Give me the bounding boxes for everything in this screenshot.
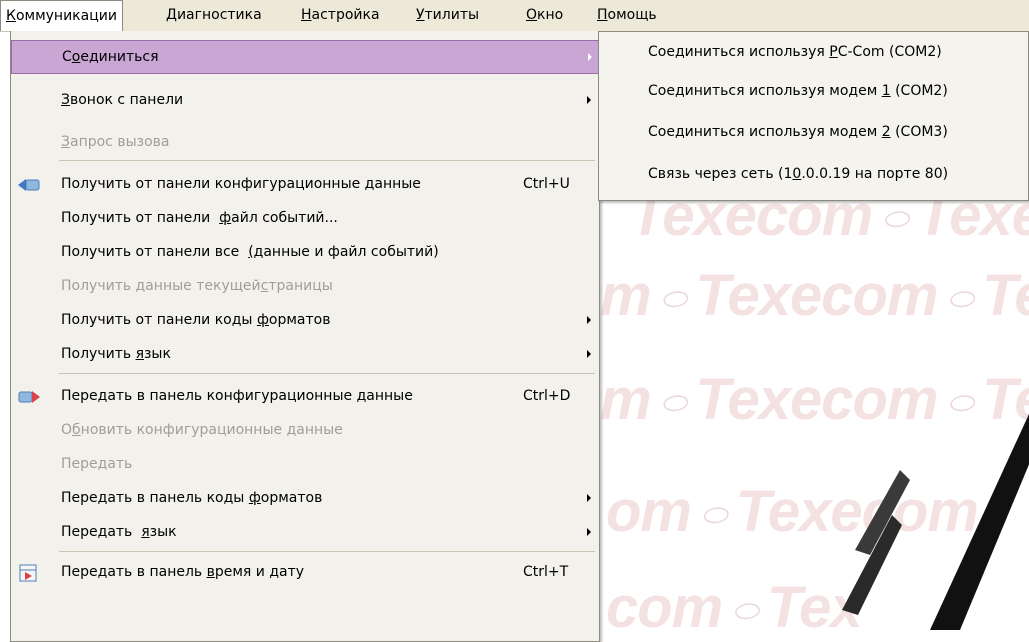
menu-item-connect[interactable]: Соединиться [11,40,599,74]
menu-item-receive-config[interactable]: Получить от панели конфигурационные данн… [11,167,597,201]
submenu-item-connect-pc-com[interactable]: Соединиться используя PC-Com (COM2) [599,34,1028,71]
menu-help[interactable]: Помощь [592,0,662,31]
submenu-arrow-icon [588,53,592,61]
submenu-arrow-icon [587,316,591,324]
connect-submenu: Соединиться используя PC-Com (COM2) Соед… [598,31,1029,201]
communications-dropdown: Соединиться Звонок с панели Запрос вызов… [10,31,600,642]
menu-separator [59,160,595,161]
submenu-arrow-icon [587,528,591,536]
menu-item-update-config: Обновить конфигурационные данные [61,422,343,438]
menu-item-send-format-codes[interactable]: Передать в панель коды форматов [11,481,597,515]
send-time-icon [17,562,41,582]
menu-separator [59,551,595,552]
submenu-item-connect-network[interactable]: Связь через сеть (10.0.0.19 на порте 80) [599,156,1028,193]
submenu-arrow-icon [587,96,591,104]
menu-item-send-language[interactable]: Передать язык [11,515,597,549]
watermark-text: m⬭Texecom⬭Tex [600,263,1029,328]
menu-communications[interactable]: Коммуникации [0,0,123,31]
menu-item-send: Передать [61,456,133,472]
menu-item-call-from-panel[interactable]: Звонок с панели [11,83,597,117]
menu-separator [59,373,595,374]
menu-item-receive-current-page: Получить данные текущейстраницы [61,278,333,294]
submenu-item-connect-modem-2[interactable]: Соединиться используя модем 2 (COM3) [599,114,1028,151]
menu-utilities[interactable]: Утилиты [411,0,484,31]
menu-bar: Коммуникации Диагностика Настройка Утили… [0,0,1029,32]
menu-item-send-config[interactable]: Передать в панель конфигурационные данны… [11,379,597,413]
menu-item-receive-language[interactable]: Получить язык [11,337,597,371]
menu-item-receive-all[interactable]: Получить от панели все (данные и файл со… [11,235,597,269]
submenu-arrow-icon [587,350,591,358]
menu-item-call-request: Запрос вызова [61,134,170,150]
submenu-item-connect-modem-1[interactable]: Соединиться используя модем 1 (COM2) [599,73,1028,110]
menu-item-receive-event-log[interactable]: Получить от панели файл событий... [11,201,597,235]
menu-item-send-time-date[interactable]: Передать в панель время и дату Ctrl+T [11,555,597,589]
send-config-icon [17,386,41,406]
receive-config-icon [17,174,41,194]
menu-item-receive-format-codes[interactable]: Получить от панели коды форматов [11,303,597,337]
submenu-arrow-icon [587,494,591,502]
menu-diagnostics[interactable]: Диагностика [161,0,267,31]
menu-settings[interactable]: Настройка [296,0,385,31]
diagonal-stamp-graphic [842,414,1029,630]
menu-window[interactable]: Окно [521,0,568,31]
